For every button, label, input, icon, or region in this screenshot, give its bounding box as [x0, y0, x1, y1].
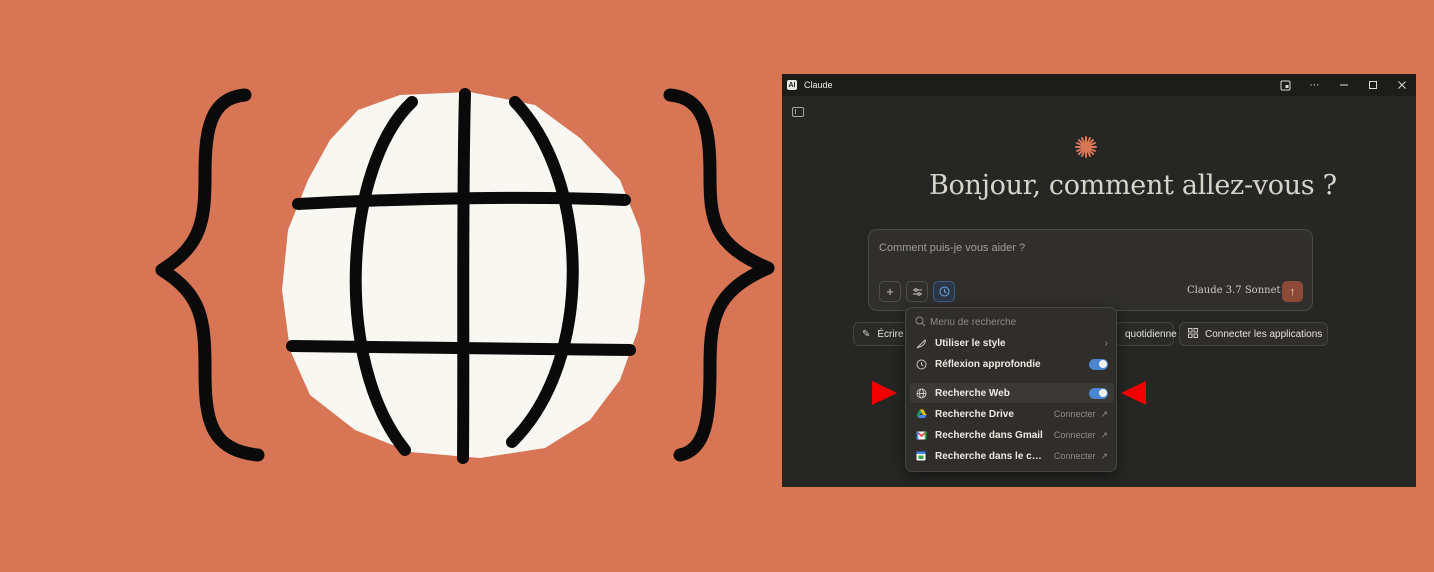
right-brace-icon: [663, 88, 775, 462]
search-icon: [915, 316, 926, 330]
chip-connect-apps-label: Connecter les applications: [1205, 328, 1323, 340]
model-label: Claude 3.7 Sonnet: [1187, 285, 1281, 296]
chip-write[interactable]: ✎ Écrire: [853, 322, 913, 346]
menu-search: [906, 308, 1116, 335]
google-drive-icon: [915, 409, 927, 419]
pointer-arrow-right-icon: [1121, 381, 1146, 405]
claude-spark-icon: [1075, 136, 1097, 158]
chip-daily[interactable]: quotidienne: [1114, 322, 1177, 346]
pointer-arrow-left-icon: [872, 381, 897, 405]
prompt-input[interactable]: [879, 240, 1179, 256]
maximize-icon[interactable]: [1358, 74, 1387, 96]
globe-icon: [915, 388, 927, 399]
sliders-icon: [912, 287, 922, 296]
apps-grid-icon: [1188, 327, 1198, 341]
composer: + Claude 3.7 Sonnet⌄ ↑: [868, 229, 1313, 311]
clock-icon: [915, 359, 927, 370]
chevron-right-icon: ›: [1104, 337, 1108, 349]
menu-item-web-search-label: Recherche Web: [935, 387, 1010, 399]
menu-item-deep-thinking[interactable]: Réflexion approfondie: [910, 354, 1114, 374]
globe-braces-illustration: [155, 88, 775, 464]
close-icon[interactable]: [1387, 74, 1416, 96]
send-button[interactable]: ↑: [1282, 281, 1303, 302]
chip-connect-apps[interactable]: Connecter les applications: [1179, 322, 1328, 346]
menu-item-gmail-search-label: Recherche dans Gmail: [935, 429, 1043, 441]
minimize-icon[interactable]: [1329, 74, 1358, 96]
menu-item-deep-thinking-label: Réflexion approfondie: [935, 358, 1041, 370]
arrow-up-icon: ↑: [1289, 285, 1296, 298]
menu-item-style[interactable]: Utiliser le style ›: [910, 333, 1114, 353]
pencil-icon: ✎: [862, 328, 871, 340]
more-icon[interactable]: ⋯: [1300, 74, 1329, 96]
titlebar: AI Claude ⋯: [782, 74, 1416, 96]
external-link-icon: ↗: [1100, 429, 1108, 440]
add-attachment-button[interactable]: +: [879, 281, 901, 302]
menu-item-web-search[interactable]: Recherche Web: [910, 383, 1114, 403]
menu-search-input[interactable]: [930, 314, 1100, 330]
external-link-icon: ↗: [1100, 408, 1108, 419]
menu-item-style-label: Utiliser le style: [935, 337, 1006, 349]
tools-button[interactable]: [906, 281, 928, 302]
sidebar-toggle-icon[interactable]: [792, 107, 804, 117]
clock-icon: [939, 286, 949, 297]
drive-connect-link[interactable]: Connecter: [1054, 409, 1096, 419]
app-title: Claude: [804, 80, 833, 90]
google-calendar-icon: [915, 451, 927, 461]
menu-item-drive-search[interactable]: Recherche Drive Connecter ↗: [910, 404, 1114, 424]
left-brace-icon: [155, 88, 265, 462]
web-search-toggle[interactable]: [1089, 387, 1108, 399]
feather-icon: [915, 338, 927, 349]
model-selector[interactable]: Claude 3.7 Sonnet⌄: [1187, 285, 1289, 296]
dev-tools-icon[interactable]: [1271, 74, 1300, 96]
calendar-connect-link[interactable]: Connecter: [1054, 451, 1096, 461]
external-link-icon: ↗: [1100, 450, 1108, 461]
gmail-icon: [915, 430, 927, 440]
greeting-title: Bonjour, comment allez-vous ?: [929, 170, 1337, 201]
chip-daily-label: quotidienne: [1125, 328, 1177, 340]
search-menu: Utiliser le style › Réflexion approfondi…: [905, 307, 1117, 472]
chip-write-label: Écrire: [877, 328, 904, 340]
deep-thinking-toggle[interactable]: [1089, 358, 1108, 370]
plus-icon: +: [886, 284, 894, 299]
claude-window: AI Claude ⋯ Bonjour, comment allez-vous …: [782, 74, 1416, 487]
search-menu-button[interactable]: [933, 281, 955, 302]
gmail-connect-link[interactable]: Connecter: [1054, 430, 1096, 440]
menu-item-calendar-search[interactable]: Recherche dans le calendrier Connecter ↗: [910, 446, 1114, 466]
app-logo-icon: AI: [787, 80, 797, 90]
menu-item-drive-search-label: Recherche Drive: [935, 408, 1014, 420]
menu-item-gmail-search[interactable]: Recherche dans Gmail Connecter ↗: [910, 425, 1114, 445]
menu-item-calendar-search-label: Recherche dans le calendrier: [935, 450, 1047, 462]
